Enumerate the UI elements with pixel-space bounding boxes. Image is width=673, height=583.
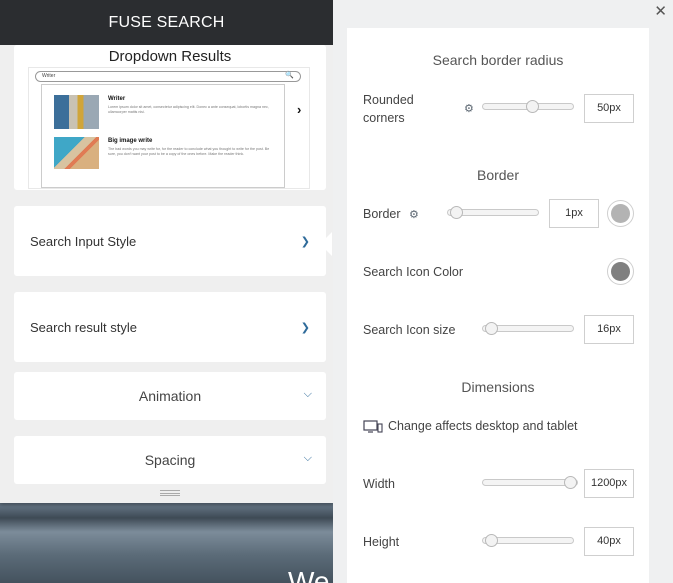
search-icon-size-label: Search Icon size bbox=[363, 323, 456, 337]
section-label: Spacing bbox=[144, 452, 196, 468]
close-icon[interactable]: ✕ bbox=[654, 2, 667, 20]
panel-title: FUSE SEARCH bbox=[0, 0, 333, 45]
resize-handle[interactable] bbox=[160, 490, 180, 496]
search-result-style-item[interactable]: Search result style ❯ bbox=[14, 292, 326, 362]
chevron-right-icon: ❯ bbox=[300, 321, 310, 334]
rounded-corners-slider[interactable] bbox=[482, 100, 574, 113]
border-label: Border bbox=[363, 207, 401, 221]
slider-knob[interactable] bbox=[450, 206, 463, 219]
search-icon-color-label: Search Icon Color bbox=[363, 265, 464, 279]
mini-search-text: Writer bbox=[42, 73, 56, 79]
dropdown-results-preview-card[interactable]: Dropdown Results Writer 🔍 Writer Lorem i… bbox=[14, 45, 326, 190]
dimensions-note: Change affects desktop and tablet bbox=[388, 419, 578, 433]
border-width-value[interactable]: 1px bbox=[549, 199, 599, 228]
slider-knob[interactable] bbox=[485, 534, 498, 547]
result-text: Lorem ipsum dolor sit amet, consectetur … bbox=[108, 105, 269, 114]
desktop-tablet-icon bbox=[363, 420, 383, 433]
item-label: Search result style bbox=[30, 319, 137, 335]
background-heading: We bbox=[288, 566, 330, 583]
height-label: Height bbox=[363, 535, 400, 549]
gear-icon[interactable]: ⚙ bbox=[409, 208, 419, 221]
chevron-down-icon: ⌵ bbox=[303, 388, 312, 400]
width-label: Width bbox=[363, 477, 395, 491]
rounded-corners-label: Rounded corners bbox=[363, 93, 414, 125]
search-icon-size-slider[interactable] bbox=[482, 322, 574, 335]
preview-frame: Writer 🔍 Writer Lorem ipsum dolor sit am… bbox=[28, 67, 310, 189]
result-title: Big image write bbox=[108, 138, 153, 144]
result-thumbnail bbox=[54, 95, 99, 129]
item-label: Search Input Style bbox=[30, 233, 137, 249]
left-panel: FUSE SEARCH Dropdown Results Writer 🔍 Wr… bbox=[0, 0, 333, 503]
slider-knob[interactable] bbox=[485, 322, 498, 335]
result-text: The bad words you may write for, for the… bbox=[108, 147, 270, 156]
mini-search-icon: 🔍 bbox=[285, 72, 294, 79]
chevron-right-icon[interactable]: › bbox=[297, 102, 301, 117]
color-dot bbox=[611, 262, 630, 281]
color-dot bbox=[611, 204, 630, 223]
border-width-slider[interactable] bbox=[447, 206, 539, 219]
section-label: Animation bbox=[138, 388, 202, 404]
gear-icon[interactable]: ⚙ bbox=[464, 102, 474, 115]
active-item-pointer bbox=[320, 232, 332, 256]
animation-section-toggle[interactable]: Animation ⌵ bbox=[14, 372, 326, 420]
search-icon-size-value[interactable]: 16px bbox=[584, 315, 634, 344]
rounded-corners-value[interactable]: 50px bbox=[584, 94, 634, 123]
result-title: Writer bbox=[108, 96, 126, 102]
slider-knob[interactable] bbox=[564, 476, 577, 489]
width-slider[interactable] bbox=[482, 476, 578, 489]
settings-panel: ✕ Search border radius Rounded corners ⚙… bbox=[333, 0, 673, 583]
border-color-swatch[interactable] bbox=[607, 200, 634, 227]
chevron-down-icon: ⌵ bbox=[303, 452, 312, 464]
section-title-border-radius: Search border radius bbox=[432, 52, 564, 68]
spacing-section-toggle[interactable]: Spacing ⌵ bbox=[14, 436, 326, 484]
section-title-border: Border bbox=[476, 167, 520, 183]
chevron-right-icon: ❯ bbox=[300, 235, 310, 248]
mini-search-bar: Writer 🔍 bbox=[35, 71, 301, 82]
settings-card: Search border radius Rounded corners ⚙ 5… bbox=[347, 28, 649, 583]
search-input-style-item[interactable]: Search Input Style ❯ bbox=[14, 206, 326, 276]
result-thumbnail bbox=[54, 137, 99, 169]
preview-title: Dropdown Results bbox=[108, 48, 232, 65]
mini-dropdown: Writer Lorem ipsum dolor sit amet, conse… bbox=[41, 84, 285, 188]
height-value[interactable]: 40px bbox=[584, 527, 634, 556]
height-slider[interactable] bbox=[482, 534, 574, 547]
section-title-dimensions: Dimensions bbox=[461, 379, 535, 395]
slider-knob[interactable] bbox=[526, 100, 539, 113]
width-value[interactable]: 1200px bbox=[584, 469, 634, 498]
search-icon-color-swatch[interactable] bbox=[607, 258, 634, 285]
